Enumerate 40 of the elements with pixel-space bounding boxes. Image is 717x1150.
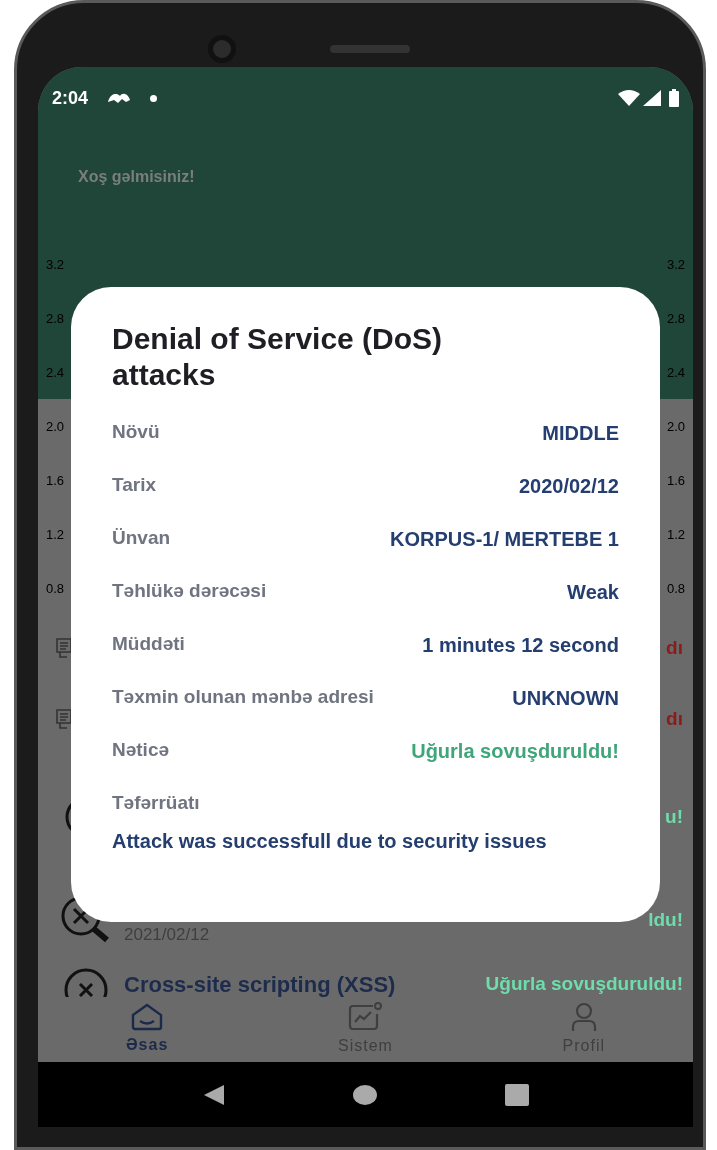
axis-label: 1.2 [666, 526, 685, 545]
item-result: Uğurla sovuşduruldu! [485, 972, 683, 996]
item-result: u! [665, 804, 683, 829]
field-value: UNKNOWN [512, 685, 619, 711]
field-value: KORPUS-1/ MERTEBE 1 [390, 526, 619, 552]
field-value: Uğurla sovuşduruldu! [411, 738, 619, 764]
axis-label: 2.0 [666, 418, 685, 437]
item-title: Cross-site scripting (XSS) [124, 971, 397, 997]
axis-label: 3.2 [46, 256, 65, 275]
axis-label: 2.8 [666, 310, 685, 329]
axis-label: 1.6 [666, 472, 685, 491]
field-label: Təhlükə dərəcəsi [112, 579, 267, 604]
field-label: Ünvan [112, 526, 171, 551]
axis-label: 2.0 [46, 418, 65, 437]
item-result: dı [666, 706, 683, 731]
field-value: Weak [567, 579, 619, 605]
axis-label: 2.8 [46, 310, 65, 329]
axis-label: 2.4 [666, 364, 685, 383]
field-value: MIDDLE [542, 420, 619, 446]
axis-label: 3.2 [666, 256, 685, 275]
item-result: ldu! [648, 907, 683, 932]
field-label: Növü [112, 420, 160, 445]
dialog-title: Denial of Service (DoS) attacks [112, 321, 444, 393]
welcome-text: Xoş gəlmisiniz! [78, 167, 195, 187]
nav-tab[interactable]: Əsas [38, 997, 257, 1062]
item-result: dı [666, 635, 683, 660]
field-label: Nəticə [112, 738, 170, 763]
field-label: Təxmin olunan mənbə adresi [112, 685, 374, 710]
field-label: Təfərrüatı [112, 790, 200, 815]
axis-label: 2.4 [46, 364, 65, 383]
field-label: Müddəti [112, 632, 185, 657]
axis-label: 0.8 [46, 580, 65, 599]
status-time: 2:04 [52, 86, 89, 110]
field-value: 1 minutes 12 second [422, 632, 619, 658]
axis-label: 1.6 [46, 472, 65, 491]
field-label: Tarix [112, 473, 156, 498]
field-value: 2020/02/12 [518, 473, 619, 499]
axis-label: 0.8 [666, 580, 685, 599]
axis-label: 1.2 [46, 526, 65, 545]
details-text: Attack was successfull due to security issues [112, 829, 548, 853]
